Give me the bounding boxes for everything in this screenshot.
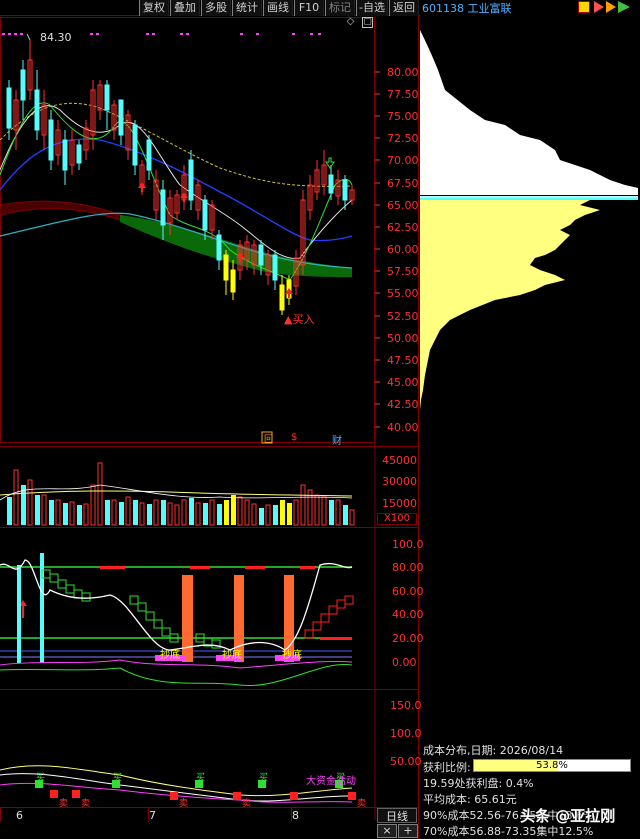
ind1-axis-label: 40.00	[392, 608, 424, 621]
price-axis-label: 75.00	[387, 110, 419, 123]
zoom-in-button[interactable]: +	[398, 824, 418, 838]
watermark: 头条 @亚拉刚	[520, 807, 616, 825]
toolbar-overlay-button[interactable]: 叠加	[170, 0, 200, 16]
marker-cai[interactable]: 财	[332, 432, 342, 447]
indicator2-lines	[0, 765, 356, 803]
price-axis-label: 50.00	[387, 332, 419, 345]
date-axis-label: 7	[149, 809, 156, 822]
price-axis-label: 67.50	[387, 177, 419, 190]
toolbar-multi-stock-button[interactable]: 多股	[201, 0, 231, 16]
ind1-axis-label: 20.00	[392, 632, 424, 645]
price-axis-label: 70.00	[387, 154, 419, 167]
price-axis-label: 72.50	[387, 132, 419, 145]
play-icon[interactable]	[594, 1, 604, 13]
price-axis-label: 77.50	[387, 88, 419, 101]
high-price-label: 84.30	[40, 31, 72, 44]
play-icon-2[interactable]	[606, 1, 616, 13]
toolbar-mark-button[interactable]: 标记	[325, 0, 355, 16]
volume-axis-label: 15000	[382, 497, 417, 510]
profit-line: 19.59处获利盘: 0.4%	[423, 777, 534, 790]
marker-dollar[interactable]: $	[291, 432, 297, 443]
price-axis-label: 52.50	[387, 310, 419, 323]
cost-profile-white	[420, 30, 638, 195]
stock-name: 工业富联	[467, 2, 512, 15]
flag-icon[interactable]	[578, 1, 590, 13]
price-axis-label: 55.00	[387, 287, 419, 300]
toolbar-f10-button[interactable]: F10	[294, 0, 324, 16]
ind2-sell-label: 卖	[242, 799, 252, 809]
expand-icon[interactable]: ◇	[345, 17, 356, 28]
indicator1-label-3: 抄底	[282, 648, 302, 661]
ind2-buy-label: 买	[36, 773, 46, 783]
ind1-axis-label: 80.00	[392, 561, 424, 574]
volume-unit-label: X100	[377, 513, 417, 525]
cost-profile-yellow	[420, 200, 600, 410]
profit-ratio-bar: 53.8%	[473, 759, 631, 772]
date-axis-label: 8	[292, 809, 299, 822]
date-axis-label: 6	[16, 809, 23, 822]
toolbar: 复权 叠加 多股 统计 画线 F10 标记 -自选 返回	[0, 0, 420, 16]
indicator1-label-2: 抄底	[222, 648, 242, 661]
profit-ratio-value: 53.8%	[536, 760, 568, 771]
toolbar-back-button[interactable]: 返回	[389, 0, 419, 16]
price-axis-label: 62.50	[387, 221, 419, 234]
ind2-buy-label: 买	[259, 773, 269, 783]
play-icon-3[interactable]	[618, 1, 630, 13]
ind2-buy-label: 买	[113, 773, 123, 783]
profit-ratio-label: 获利比例:	[423, 761, 471, 774]
ind1-axis-label: 100.0	[392, 538, 424, 551]
stock-title: 601138 工业富联	[422, 0, 512, 15]
ind2-sell-label: 卖	[81, 799, 91, 809]
ind2-buy-label: 买	[196, 773, 206, 783]
period-day-button[interactable]: 日线	[377, 808, 417, 823]
avg-cost: 平均成本: 65.61元	[423, 793, 517, 806]
ind2-sell-label: 卖	[59, 799, 69, 809]
price-axis-label: 45.00	[387, 376, 419, 389]
toolbar-add-watchlist-button[interactable]: -自选	[356, 0, 388, 16]
volume-axis-label: 30000	[382, 475, 417, 488]
price-axis-label: 57.50	[387, 265, 419, 278]
toolbar-stats-button[interactable]: 统计	[232, 0, 262, 16]
price-axis-label: 65.00	[387, 199, 419, 212]
cost-dist-title: 成本分布,日期: 2026/08/14	[423, 744, 564, 757]
toolbar-draw-button[interactable]: 画线	[263, 0, 293, 16]
price-axis-label: 80.00	[387, 66, 419, 79]
zoom-out-button[interactable]: ×	[377, 824, 397, 838]
indicator1-label-1: 抄底	[160, 648, 180, 661]
price-axis-label: 42.50	[387, 398, 419, 411]
buy-label: ▲买入	[284, 313, 315, 326]
ind2-sell-label: 卖	[357, 799, 367, 809]
ind2-sell-label: 卖	[179, 799, 189, 809]
big-capital-tag: 大资金活动	[306, 774, 356, 787]
volume-axis-label: 45000	[382, 454, 417, 467]
ind1-axis-label: 0.00	[392, 656, 417, 669]
price-axis-label: 47.50	[387, 354, 419, 367]
ind2-buy-label: 买	[336, 773, 346, 783]
toolbar-fuquan-button[interactable]: 复权	[139, 0, 169, 16]
ind1-axis-label: 60.00	[392, 585, 424, 598]
close-panel-icon[interactable]: ▢	[362, 17, 373, 28]
chart-canvas: 抄底 抄底 抄底 大资金活动	[0, 16, 638, 839]
indicator1-lines	[0, 553, 354, 687]
price-axis-label: 40.00	[387, 421, 419, 434]
ind2-axis-label: 150.0	[390, 699, 422, 712]
price-axis-label: 60.00	[387, 243, 419, 256]
volume-bars	[0, 462, 355, 526]
marker-hui[interactable]: 回	[264, 432, 273, 445]
sell-arrow-icon	[325, 157, 335, 169]
stock-code: 601138	[422, 2, 464, 15]
ind2-axis-label: 100.0	[390, 727, 422, 740]
toolbar-icons	[578, 1, 638, 14]
